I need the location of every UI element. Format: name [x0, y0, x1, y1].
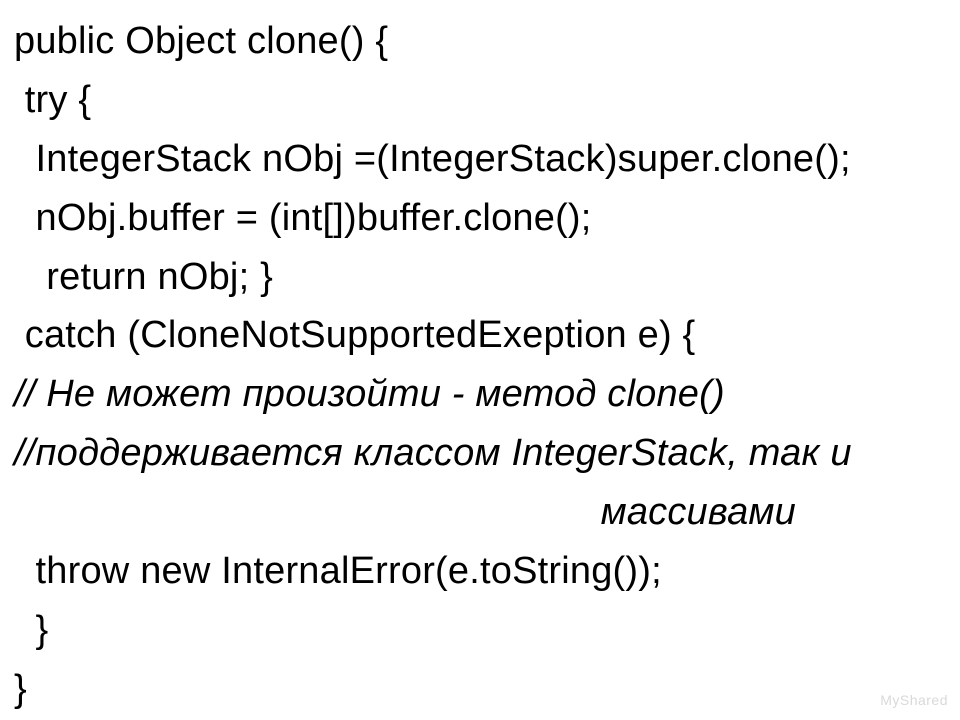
code-comment-3: массивами	[14, 483, 946, 542]
code-line-3: IntegerStack nObj =(IntegerStack)super.c…	[14, 130, 946, 189]
code-comment-2: //поддерживается классом IntegerStack, т…	[14, 424, 946, 483]
code-line-1: public Object clone() {	[14, 12, 946, 71]
code-comment-1: // Не может произойти - метод clone()	[14, 365, 946, 424]
code-line-2: try {	[14, 71, 946, 130]
code-line-6: catch (CloneNotSupportedExeption e) {	[14, 306, 946, 365]
code-line-12: }	[14, 660, 946, 719]
code-line-11: }	[14, 601, 946, 660]
watermark-label: MyShared	[880, 690, 948, 712]
code-line-10: throw new InternalError(e.toString());	[14, 542, 946, 601]
code-line-4: nObj.buffer = (int[])buffer.clone();	[14, 189, 946, 248]
code-line-5: return nObj; }	[14, 248, 946, 307]
code-slide: public Object clone() { try { IntegerSta…	[0, 0, 960, 720]
